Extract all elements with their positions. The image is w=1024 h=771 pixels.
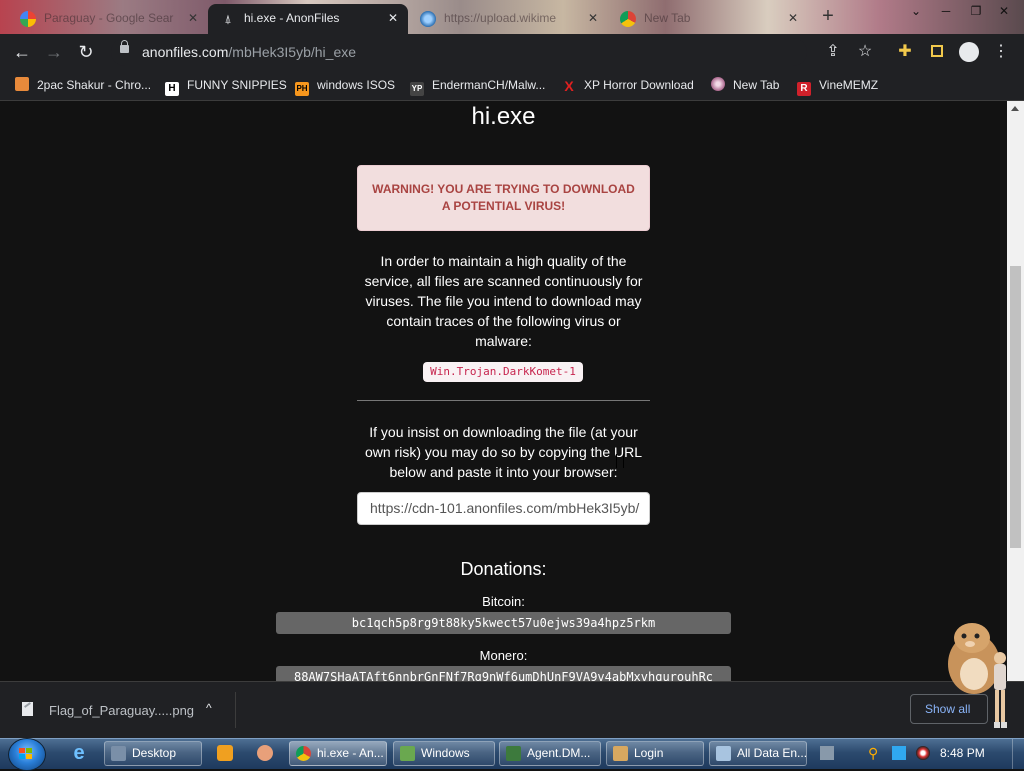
monero-label: Monero:	[479, 648, 528, 663]
google-icon	[20, 11, 36, 27]
downloads-shelf: Flag_of_Paraguay.....png ^ Show all	[0, 623, 1024, 739]
menu-dots-icon[interactable]: ⋮	[991, 42, 1011, 62]
monero-address[interactable]: 88AW7SHaATAft6nnbrGnFNf7Rg9nWf6umDhUnF9V…	[276, 666, 731, 681]
bitcoin-address[interactable]: bc1qch5p8rg9t88ky5kwect57u0ejws39a4hpz5r…	[276, 612, 731, 634]
page-scrollbar[interactable]	[1007, 101, 1024, 681]
insist-download-text: If you insist on downloading the file (a…	[364, 424, 642, 480]
download-url-input[interactable]: https://cdn-101.anonfiles.com/mbHek3I5yb…	[357, 492, 650, 525]
scroll-up-arrow-icon[interactable]	[1011, 106, 1019, 111]
divider	[235, 692, 236, 728]
window-icon	[716, 746, 731, 761]
bookmark-endermanch[interactable]: YP EndermanCH/Malw...	[410, 76, 545, 96]
donations-heading: Donations:	[460, 559, 547, 579]
bookmark-favicon-icon	[711, 77, 725, 91]
windows-logo-icon	[19, 748, 33, 760]
taskbar-windows[interactable]: Windows	[393, 741, 495, 766]
reload-icon[interactable]: ↻	[75, 41, 97, 63]
show-desktop-button[interactable]	[1012, 739, 1024, 769]
globe-icon	[420, 11, 436, 27]
volume-icon[interactable]	[916, 746, 930, 760]
dancing-hamster-overlay	[948, 623, 1007, 728]
file-icon	[22, 702, 33, 716]
network-icon[interactable]	[892, 746, 906, 760]
share-icon[interactable]: ⇪	[823, 42, 843, 62]
tab-search-icon[interactable]: ⌄	[902, 2, 930, 20]
program-icon[interactable]	[254, 742, 276, 764]
internet-explorer-icon[interactable]: e	[68, 742, 90, 764]
folder-icon	[400, 746, 415, 761]
x-icon: X	[564, 78, 574, 94]
scan-notice-text: In order to maintain a high quality of t…	[364, 253, 643, 349]
close-tab-icon[interactable]: ✕	[188, 4, 198, 32]
taskbar-desktop[interactable]: Desktop	[104, 741, 202, 766]
magnifier-icon[interactable]: ⚲	[868, 746, 882, 760]
yp-icon: YP	[410, 82, 424, 96]
divider	[357, 400, 650, 401]
text-cursor-icon	[616, 454, 624, 468]
tray-app-icon[interactable]	[820, 746, 834, 760]
virus-warning-alert: WARNING! YOU ARE TRYING TO DOWNLOAD A PO…	[357, 165, 650, 231]
tab-new-tab[interactable]: New Tab ✕	[608, 4, 808, 34]
ph-icon: PH	[295, 82, 309, 96]
media-player-icon[interactable]	[214, 742, 236, 764]
browser-toolbar: ← → ↻ anonfiles.com/mbHek3I5yb/hi_exe ⇪ …	[0, 34, 1024, 70]
close-tab-icon[interactable]: ✕	[788, 4, 798, 32]
taskbar-all-data[interactable]: All Data En...	[709, 741, 807, 766]
back-arrow-icon[interactable]: ←	[11, 41, 33, 63]
close-window-button[interactable]: ✕	[990, 2, 1018, 20]
side-panel-icon[interactable]	[927, 42, 947, 62]
bookmark-2pac-shakur[interactable]: 2pac Shakur - Chro...	[15, 76, 151, 94]
tab-strip: Paraguay - Google Sear ✕ ⍋ hi.exe - Anon…	[0, 0, 1024, 34]
bookmark-vinememz[interactable]: R VineMEMZ	[797, 76, 878, 96]
chevron-up-icon[interactable]: ^	[206, 701, 212, 715]
address-bar[interactable]: anonfiles.com/mbHek3I5yb/hi_exe	[111, 38, 807, 66]
tab-google-search[interactable]: Paraguay - Google Sear ✕	[8, 4, 208, 34]
profile-avatar-icon[interactable]	[959, 42, 979, 62]
taskbar-clock[interactable]: 8:48 PM	[940, 746, 985, 760]
extensions-puzzle-icon[interactable]: ✚	[895, 42, 915, 62]
chrome-icon	[620, 11, 636, 27]
url-text[interactable]: anonfiles.com/mbHek3I5yb/hi_exe	[142, 44, 356, 60]
bookmark-favicon-icon	[15, 77, 29, 91]
anonfiles-icon: ⍋	[220, 11, 236, 27]
r-icon: R	[797, 82, 811, 96]
forward-arrow-icon[interactable]: →	[43, 41, 65, 63]
close-tab-icon[interactable]: ✕	[388, 4, 398, 32]
scrollbar-thumb[interactable]	[1010, 266, 1021, 548]
user-icon	[613, 746, 628, 761]
bookmarks-bar: 2pac Shakur - Chro... H FUNNY SNIPPIES PH…	[0, 70, 1024, 101]
bookmark-xp-horror[interactable]: X XP Horror Download	[562, 76, 694, 94]
virus-name-badge: Win.Trojan.DarkKomet-1	[423, 362, 583, 382]
page-title: hi.exe	[471, 103, 536, 130]
bookmark-new-tab[interactable]: New Tab	[711, 76, 779, 94]
terminal-icon	[506, 746, 521, 761]
h-icon: H	[165, 82, 179, 96]
maximize-button[interactable]: ❐	[962, 2, 990, 20]
taskbar-login[interactable]: Login	[606, 741, 704, 766]
page-content: hi.exe WARNING! YOU ARE TRYING TO DOWNLO…	[0, 101, 1007, 681]
bookmark-star-icon[interactable]: ☆	[855, 42, 875, 62]
chrome-icon	[296, 746, 311, 761]
bookmark-windows-isos[interactable]: PH windows ISOS	[295, 76, 395, 96]
lock-icon	[120, 40, 129, 53]
taskbar-chrome[interactable]: hi.exe - An...	[289, 741, 387, 766]
start-button[interactable]	[8, 738, 46, 771]
desktop-icon	[111, 746, 126, 761]
windows-taskbar: e Desktop hi.exe - An... Windows Agent.D…	[0, 738, 1024, 771]
taskbar-agent-dm[interactable]: Agent.DM...	[499, 741, 601, 766]
new-tab-button[interactable]: +	[818, 6, 838, 26]
bookmark-funny-snippies[interactable]: H FUNNY SNIPPIES	[165, 76, 287, 96]
tab-anonfiles[interactable]: ⍋ hi.exe - AnonFiles ✕	[208, 4, 408, 34]
minimize-button[interactable]: ─	[932, 2, 960, 20]
bitcoin-label: Bitcoin:	[482, 594, 525, 609]
download-item-name[interactable]: Flag_of_Paraguay.....png	[49, 703, 194, 718]
close-tab-icon[interactable]: ✕	[588, 4, 598, 32]
tab-wikimedia-upload[interactable]: https://upload.wikime ✕	[408, 4, 608, 34]
